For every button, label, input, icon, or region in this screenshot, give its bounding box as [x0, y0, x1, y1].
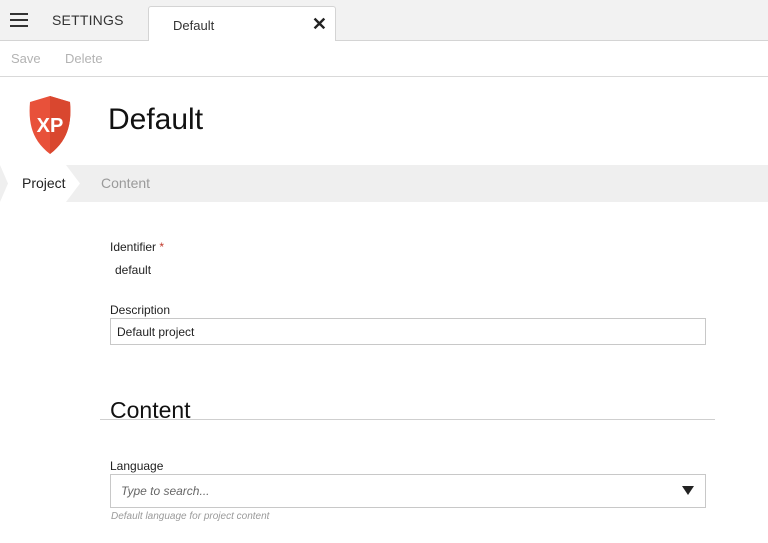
hamburger-menu-icon[interactable] [10, 13, 28, 27]
close-icon[interactable]: ✕ [312, 15, 327, 33]
xp-logo-icon: XP [29, 96, 71, 154]
description-field[interactable] [110, 318, 706, 345]
toolbar: Save Delete [0, 41, 768, 77]
save-button[interactable]: Save [11, 51, 41, 66]
delete-button[interactable]: Delete [65, 51, 103, 66]
app-title: SETTINGS [52, 12, 124, 28]
step-project[interactable]: Project [22, 175, 66, 191]
tab-default[interactable]: Default ✕ [148, 6, 336, 42]
identifier-value: default [115, 263, 152, 277]
logo-text: XP [37, 115, 64, 137]
section-divider [100, 419, 715, 420]
language-label: Language [110, 459, 164, 473]
step-navigation: Project Content [0, 165, 768, 202]
language-search-input[interactable] [110, 474, 706, 508]
required-mark: * [159, 240, 165, 254]
page-title: Default [108, 103, 204, 136]
dropdown-arrow-icon[interactable] [682, 486, 694, 495]
step-content[interactable]: Content [101, 175, 150, 191]
identifier-label: Identifier * [110, 240, 164, 254]
top-bar: SETTINGS Default ✕ [0, 0, 768, 42]
language-help-text: Default language for project content [111, 511, 270, 522]
tab-label[interactable]: Default [173, 18, 214, 33]
description-label: Description [110, 303, 171, 317]
identifier-label-text: Identifier [110, 240, 157, 254]
